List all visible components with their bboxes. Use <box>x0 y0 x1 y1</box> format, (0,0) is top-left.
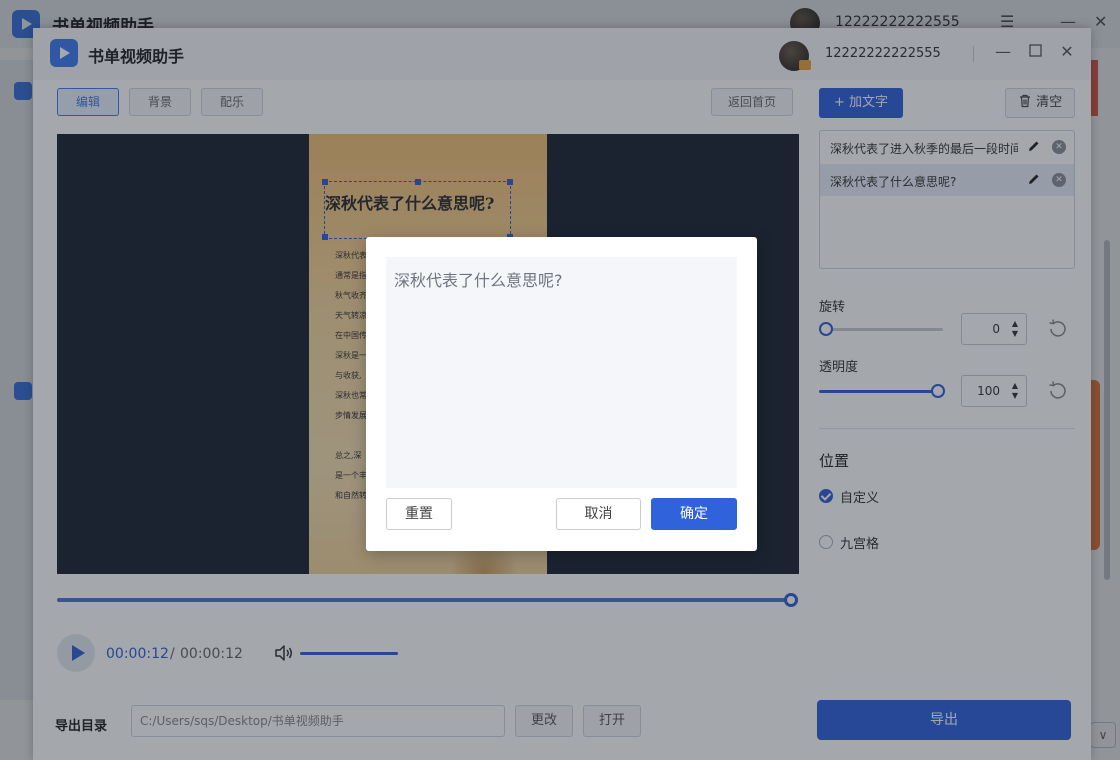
confirm-button[interactable]: 确定 <box>651 498 737 530</box>
text-content-input[interactable] <box>386 257 737 488</box>
edit-text-dialog: 重置 取消 确定 <box>366 237 757 551</box>
cancel-button[interactable]: 取消 <box>556 498 641 530</box>
reset-button[interactable]: 重置 <box>386 498 452 530</box>
